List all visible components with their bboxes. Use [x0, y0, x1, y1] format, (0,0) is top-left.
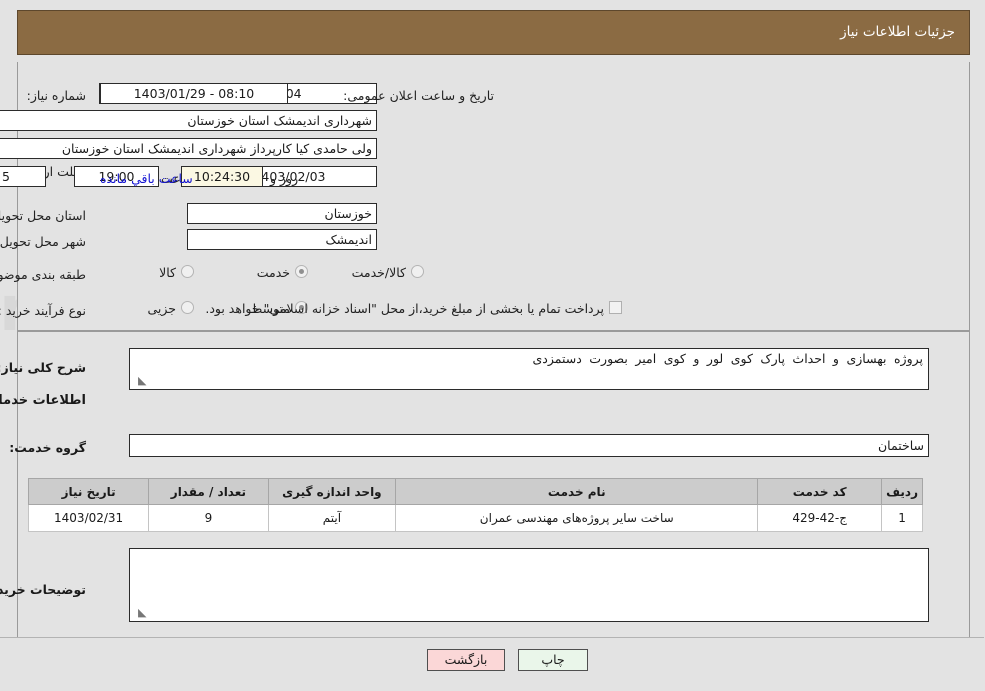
remaining-days-suffix: روز و — [271, 171, 300, 186]
islamic-treasury-bonds-label: پرداخت تمام یا بخشی از مبلغ خرید،از محل … — [206, 301, 605, 316]
tender-details-page: AriaTender.net جزئیات اطلاعات نیاز شماره… — [0, 0, 985, 691]
cell-service-code: ج-42-429 — [758, 504, 884, 532]
footer-divider — [0, 637, 985, 638]
page-header-bar: جزئیات اطلاعات نیاز — [18, 10, 971, 55]
column-row-no: ردیف — [882, 478, 924, 505]
announcement-datetime-label: تاریخ و ساعت اعلان عمومی: — [344, 88, 495, 103]
cell-unit: آیتم — [268, 504, 398, 532]
radio-classification-service[interactable] — [296, 265, 309, 278]
radio-purchase-minor[interactable] — [182, 301, 195, 314]
services-table: ردیف کد خدمت نام خدمت واحد اندازه گیری ت… — [28, 478, 924, 532]
delivery-city-value: اندیمشک — [188, 229, 378, 250]
radio-classification-goods-service-label: کالا/خدمت — [352, 265, 407, 280]
countdown-remaining-label: ساعت باقي مانده — [101, 171, 194, 186]
radio-purchase-minor-label: جزیی — [148, 301, 177, 316]
radio-classification-goods-service[interactable] — [412, 265, 425, 278]
print-button[interactable]: چاپ — [519, 649, 589, 671]
buyer-organization-value: شهرداری اندیمشک استان خوزستان — [0, 110, 378, 131]
cell-service-name: ساخت سایر پروژه‌های مهندسی عمران — [396, 504, 760, 532]
table-row: 1 ج-42-429 ساخت سایر پروژه‌های مهندسی عم… — [28, 504, 924, 532]
cell-quantity: 9 — [149, 504, 270, 532]
need-number-label: شماره نیاز: — [27, 88, 87, 103]
back-button[interactable]: بازگشت — [428, 649, 506, 671]
cell-need-date: 1403/02/31 — [28, 504, 151, 532]
general-description-textarea[interactable] — [130, 348, 930, 390]
service-group-label: گروه خدمت: — [10, 440, 87, 455]
subject-classification-label: طبقه بندی موضوعی: — [0, 267, 87, 282]
column-service-code: کد خدمت — [758, 478, 884, 505]
remaining-days-value: 5 — [0, 166, 47, 187]
services-section-heading: اطلاعات خدمات مورد نیاز — [0, 393, 87, 408]
announcement-datetime-value: 08:10 - 1403/01/29 — [101, 83, 289, 104]
request-creator-value: ولی حامدی کیا کارپرداز شهرداری اندیمشک ا… — [0, 138, 378, 159]
radio-classification-goods[interactable] — [182, 265, 195, 278]
radio-classification-goods-label: کالا — [160, 265, 177, 280]
column-need-date: تاریخ نیاز — [28, 478, 151, 505]
general-description-label: شرح کلی نیاز: — [0, 360, 87, 375]
delivery-province-label: استان محل تحویل: — [0, 208, 87, 223]
table-header-row: ردیف کد خدمت نام خدمت واحد اندازه گیری ت… — [28, 478, 924, 505]
delivery-province-value: خوزستان — [188, 203, 378, 224]
delivery-city-label: شهر محل تحویل: — [0, 234, 87, 249]
column-unit: واحد اندازه گیری — [268, 478, 398, 505]
purchase-process-type-label: نوع فرآیند خرید : — [0, 303, 87, 318]
column-service-name: نام خدمت — [396, 478, 760, 505]
service-group-value: ساختمان — [130, 434, 930, 457]
page-title: جزئیات اطلاعات نیاز — [841, 24, 956, 40]
cell-row-no: 1 — [882, 504, 924, 532]
islamic-treasury-bonds-checkbox[interactable] — [610, 301, 623, 314]
buyer-notes-label: توضیحات خریدار: — [0, 582, 87, 597]
column-quantity: تعداد / مقدار — [149, 478, 270, 505]
buyer-notes-textarea[interactable] — [130, 548, 930, 622]
countdown-timer-value: 10:24:30 — [182, 166, 264, 187]
radio-classification-service-label: خدمت — [257, 265, 291, 280]
